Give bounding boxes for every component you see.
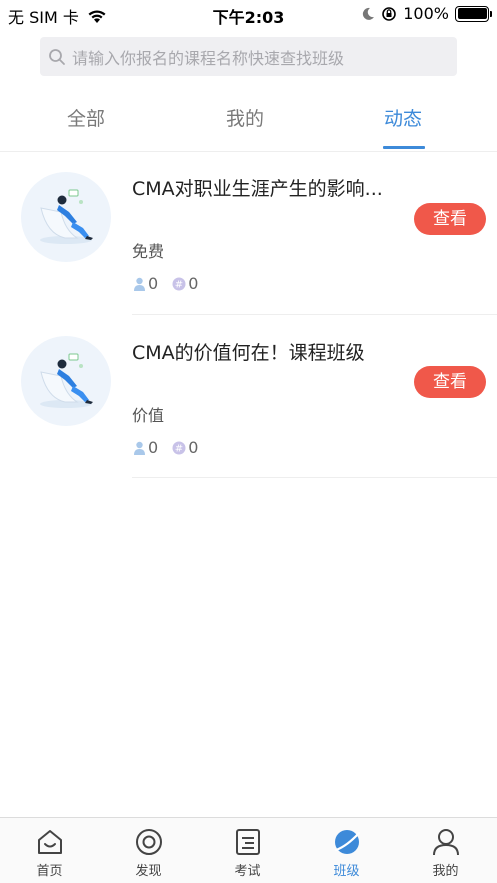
nav-discover-label: 发现 [135, 864, 162, 879]
topic-count-value: 0 [188, 438, 199, 457]
course-title[interactable]: CMA对职业生涯产生的影响... [132, 174, 412, 201]
nav-discover[interactable]: 发现 [99, 818, 198, 883]
status-right: 100% [361, 4, 492, 23]
student-count-value: 0 [148, 274, 159, 293]
student-count: 0 [133, 438, 158, 457]
home-icon [38, 830, 62, 854]
course-tag: 价值 [132, 406, 165, 425]
active-tab-indicator [383, 146, 425, 149]
person-relaxing-illustration [40, 189, 93, 244]
topic-count-value: 0 [188, 274, 199, 293]
nav-class-label: 班级 [333, 864, 360, 879]
search-input[interactable]: 请输入你报名的课程名称快速查找班级 [40, 37, 457, 76]
divider [132, 314, 497, 315]
student-count: 0 [133, 274, 158, 293]
bottom-nav: 首页 发现 考试 班级 我的 [0, 817, 497, 883]
battery-icon [455, 5, 492, 22]
topic-icon: # [172, 277, 186, 290]
person-icon [134, 441, 145, 455]
view-button[interactable]: 查看 [414, 366, 486, 398]
nav-exam-label: 考试 [234, 864, 261, 879]
tab-updates[interactable]: 动态 [353, 104, 453, 131]
tab-bar: 全部 我的 动态 [0, 96, 497, 152]
nav-home-label: 首页 [36, 864, 63, 879]
list-item[interactable]: CMA的价值何在！课程班级 查看 价值 0 # 0 [0, 316, 497, 480]
course-title[interactable]: CMA的价值何在！课程班级 [132, 338, 412, 365]
class-icon [334, 830, 361, 854]
moon-icon [363, 7, 375, 20]
discover-icon [136, 829, 162, 855]
nav-home[interactable]: 首页 [0, 818, 99, 883]
status-bar: 无 SIM 卡 下午2:03 100% [0, 0, 497, 28]
tab-all[interactable]: 全部 [36, 104, 136, 131]
profile-icon [433, 829, 459, 856]
course-tag: 免费 [132, 242, 165, 261]
exam-icon [236, 829, 260, 855]
student-count-value: 0 [148, 438, 159, 457]
topic-icon: # [172, 441, 186, 454]
search-icon [49, 48, 65, 65]
divider [132, 477, 497, 478]
nav-exam[interactable]: 考试 [198, 818, 297, 883]
course-thumbnail [21, 172, 111, 262]
svg-text:#: # [175, 279, 183, 290]
nav-class[interactable]: 班级 [297, 818, 396, 883]
nav-profile-label: 我的 [432, 864, 459, 879]
list-item[interactable]: CMA对职业生涯产生的影响... 查看 免费 0 # 0 [0, 152, 497, 316]
course-thumbnail [21, 336, 111, 426]
topic-count: # 0 [172, 438, 198, 457]
rotation-lock-icon [382, 6, 397, 21]
svg-text:#: # [175, 443, 183, 454]
course-stats: 0 # 0 [133, 274, 212, 293]
nav-profile[interactable]: 我的 [396, 818, 495, 883]
course-stats: 0 # 0 [133, 438, 212, 457]
tab-mine[interactable]: 我的 [195, 104, 295, 131]
person-icon [134, 277, 145, 291]
battery-percent: 100% [403, 4, 449, 23]
person-relaxing-illustration [40, 353, 93, 408]
search-placeholder: 请输入你报名的课程名称快速查找班级 [72, 48, 345, 68]
view-button[interactable]: 查看 [414, 203, 486, 235]
topic-count: # 0 [172, 274, 198, 293]
